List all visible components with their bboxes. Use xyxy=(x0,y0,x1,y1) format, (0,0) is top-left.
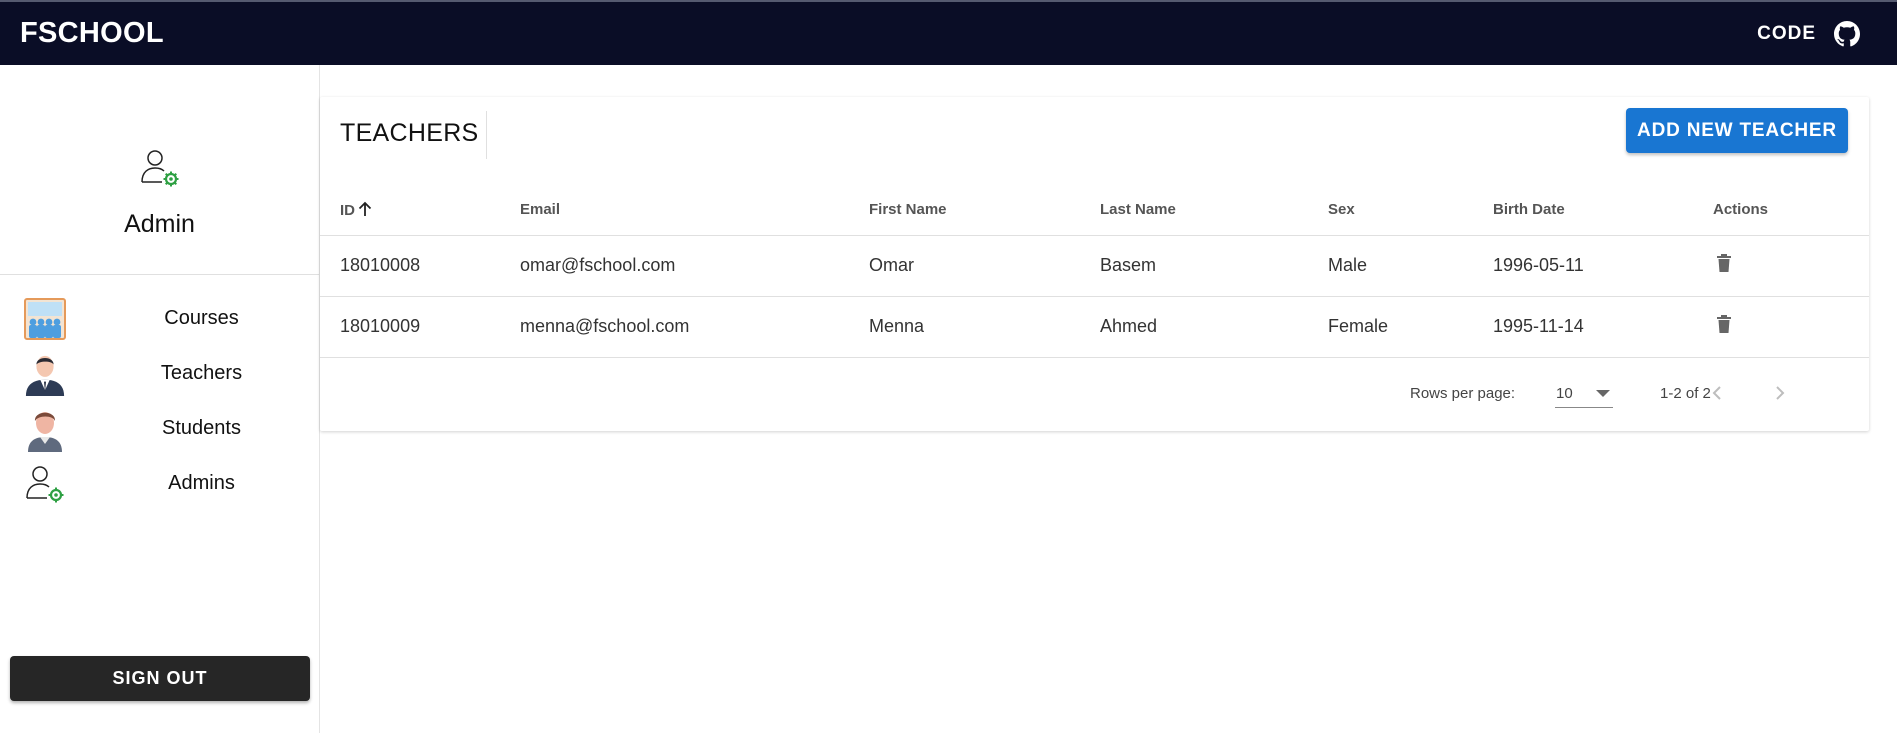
cell-actions xyxy=(1713,296,1869,358)
code-link[interactable]: CODE xyxy=(1757,20,1860,47)
cell-email: omar@fschool.com xyxy=(520,235,869,297)
cell-sex: Male xyxy=(1328,235,1493,297)
profile-section: Admin xyxy=(0,65,319,275)
column-header-birth-date[interactable]: Birth Date xyxy=(1493,177,1713,236)
column-header-sex[interactable]: Sex xyxy=(1328,177,1493,236)
sidebar-item-teachers[interactable]: Teachers xyxy=(0,346,319,401)
page-title: TEACHERS xyxy=(340,119,479,147)
column-header-label: ID xyxy=(340,201,355,219)
card-header: TEACHERS ADD NEW TEACHER xyxy=(320,97,1869,177)
top-app-bar: FSCHOOL CODE xyxy=(0,0,1897,65)
cell-birth-date: 1996-05-11 xyxy=(1493,235,1713,297)
github-icon[interactable] xyxy=(1834,20,1860,47)
cell-first-name: Menna xyxy=(869,296,1100,358)
column-header-actions: Actions xyxy=(1713,177,1869,236)
code-label: CODE xyxy=(1757,22,1816,44)
table-header-row: ID Email First Name Last Name Sex Birth … xyxy=(320,177,1869,236)
cell-birth-date: 1995-11-14 xyxy=(1493,296,1713,358)
cell-id: 18010008 xyxy=(320,235,520,297)
rows-per-page-select[interactable]: 10 xyxy=(1555,378,1613,408)
table-row[interactable]: 18010009 menna@fschool.com Menna Ahmed F… xyxy=(320,296,1869,358)
column-header-id[interactable]: ID xyxy=(320,177,520,236)
title-divider xyxy=(486,111,487,159)
trash-icon[interactable] xyxy=(1716,254,1732,272)
admin-user-gear-icon xyxy=(24,461,66,507)
sidebar-item-admins[interactable]: Admins xyxy=(0,456,319,511)
teacher-avatar-icon xyxy=(24,351,66,397)
cell-first-name: Omar xyxy=(869,235,1100,297)
classroom-icon xyxy=(24,296,66,342)
sidebar-nav: Courses Teachers Students Admins xyxy=(0,291,319,511)
cell-last-name: Ahmed xyxy=(1100,296,1328,358)
trash-icon[interactable] xyxy=(1716,315,1732,333)
admin-user-gear-icon xyxy=(140,148,180,188)
sidebar: Admin Courses Teachers Students Admins S… xyxy=(0,65,320,733)
rows-per-page-value: 10 xyxy=(1556,384,1573,402)
table-row[interactable]: 18010008 omar@fschool.com Omar Basem Mal… xyxy=(320,235,1869,297)
sign-out-button[interactable]: SIGN OUT xyxy=(10,656,310,701)
sidebar-item-courses[interactable]: Courses xyxy=(0,291,319,346)
brand-logo[interactable]: FSCHOOL xyxy=(20,17,164,50)
column-header-email[interactable]: Email xyxy=(520,177,869,236)
chevron-left-icon[interactable] xyxy=(1703,379,1731,407)
cell-id: 18010009 xyxy=(320,296,520,358)
add-new-teacher-button[interactable]: ADD NEW TEACHER xyxy=(1626,108,1848,153)
cell-last-name: Basem xyxy=(1100,235,1328,297)
column-header-last-name[interactable]: Last Name xyxy=(1100,177,1328,236)
chevron-right-icon[interactable] xyxy=(1766,379,1794,407)
teachers-table-card: TEACHERS ADD NEW TEACHER ID Email First … xyxy=(320,97,1869,431)
rows-per-page-label: Rows per page: xyxy=(1410,384,1516,402)
teachers-table: ID Email First Name Last Name Sex Birth … xyxy=(320,177,1869,358)
caret-down-icon xyxy=(1596,389,1610,397)
cell-email: menna@fschool.com xyxy=(520,296,869,358)
column-header-first-name[interactable]: First Name xyxy=(869,177,1100,236)
profile-name: Admin xyxy=(124,210,195,238)
cell-sex: Female xyxy=(1328,296,1493,358)
arrow-up-icon[interactable] xyxy=(357,201,373,217)
cell-actions xyxy=(1713,235,1869,297)
sidebar-item-students[interactable]: Students xyxy=(0,401,319,456)
table-pagination: Rows per page: 10 1-2 of 2 xyxy=(320,358,1869,432)
student-avatar-icon xyxy=(24,406,66,452)
